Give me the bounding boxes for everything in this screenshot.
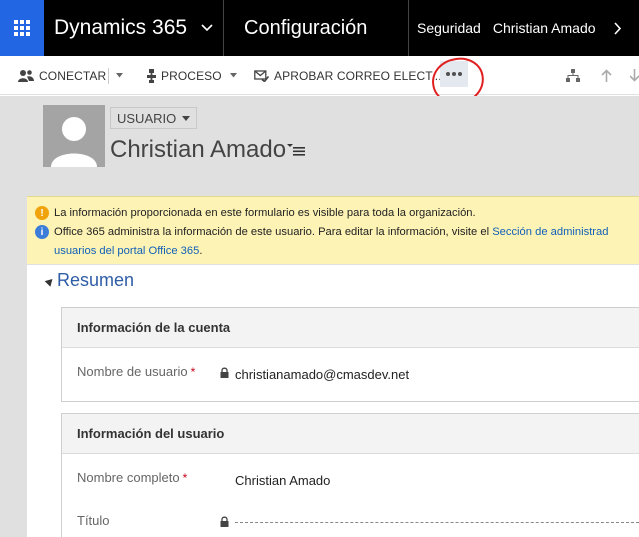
title-label: Título — [77, 513, 110, 528]
required-marker: * — [190, 365, 196, 379]
username-value: christianamado@cmasdev.net — [235, 367, 410, 382]
connect-button[interactable]: CONECTAR — [18, 56, 106, 95]
required-marker: * — [182, 471, 188, 485]
previous-record-button[interactable] — [601, 56, 612, 95]
chevron-down-icon — [201, 24, 213, 32]
top-navigation-bar: Dynamics 365 Configuración Seguridad Chr… — [0, 0, 639, 56]
approve-email-label: APROBAR CORREO ELECT... — [274, 68, 442, 83]
arrow-up-icon — [601, 69, 612, 82]
process-label: PROCESO — [161, 68, 222, 83]
area-title: Configuración — [244, 16, 368, 39]
notification-bar: ! La información proporcionada en este f… — [27, 196, 639, 264]
hierarchy-icon — [566, 69, 580, 82]
notification-warning: ! La información proporcionada en este f… — [35, 205, 476, 222]
chevron-down-icon — [229, 73, 237, 78]
chevron-down-icon — [182, 115, 191, 121]
notification-info: i Office 365 administra la información d… — [35, 224, 639, 241]
app-switcher[interactable]: Dynamics 365 — [44, 0, 224, 56]
approve-email-icon — [254, 70, 269, 82]
process-icon — [147, 68, 156, 83]
info-icon: i — [35, 225, 49, 239]
view-selector-icon[interactable] — [287, 144, 305, 156]
next-record-button[interactable] — [630, 56, 639, 95]
avatar-placeholder-icon — [51, 117, 97, 167]
fullname-value: Christian Amado — [235, 473, 331, 488]
lock-icon — [220, 367, 229, 378]
notification-info-continued: usuarios del portal Office 365. — [54, 243, 202, 260]
account-info-heading: Información de la cuenta — [62, 308, 639, 348]
form-selector[interactable]: USUARIO — [110, 107, 198, 129]
section-title[interactable]: Resumen — [57, 270, 134, 291]
chevron-down-icon — [116, 73, 123, 78]
command-bar: CONECTAR PROCESO APROBAR CORREO ELECT... — [0, 56, 639, 95]
breadcrumb-seguridad[interactable]: Seguridad — [417, 20, 481, 36]
account-info-card: Información de la cuenta — [61, 307, 639, 402]
fullname-label-wrap: Nombre completo * — [77, 470, 187, 485]
fullname-label: Nombre completo — [77, 470, 180, 485]
username-label-wrap: Nombre de usuario * — [77, 364, 195, 379]
info-text-body: Office 365 administra la información de … — [54, 226, 493, 238]
breadcrumb-record[interactable]: Christian Amado — [493, 20, 596, 36]
area-switcher[interactable]: Configuración — [224, 0, 409, 56]
record-title: Christian Amado — [110, 136, 287, 163]
app-launcher-button[interactable] — [0, 0, 44, 56]
username-label: Nombre de usuario — [77, 364, 188, 379]
divider — [108, 68, 109, 84]
admin-section-link[interactable]: Sección de administrad — [492, 226, 608, 238]
connect-dropdown-button[interactable] — [116, 56, 123, 95]
warning-icon: ! — [35, 206, 49, 220]
left-margin — [0, 296, 27, 537]
connect-icon — [18, 70, 34, 82]
chevron-right-icon[interactable] — [613, 21, 622, 35]
info-text: Office 365 administra la información de … — [54, 224, 608, 241]
office365-portal-link[interactable]: usuarios del portal Office 365 — [54, 243, 199, 260]
user-info-heading: Información del usuario — [62, 414, 639, 454]
form-selector-label: USUARIO — [117, 110, 177, 126]
app-title: Dynamics 365 — [54, 16, 188, 39]
org-chart-button[interactable] — [566, 56, 580, 95]
waffle-icon — [14, 20, 30, 36]
lock-icon — [220, 516, 229, 527]
title-input[interactable] — [235, 522, 639, 523]
info-end: . — [199, 245, 203, 257]
approve-email-button[interactable]: APROBAR CORREO ELECT... — [254, 56, 442, 95]
process-button[interactable]: PROCESO — [147, 56, 237, 95]
arrow-down-icon — [630, 69, 639, 82]
warning-text: La información proporcionada en este for… — [54, 207, 476, 219]
avatar[interactable] — [43, 105, 105, 167]
connect-label: CONECTAR — [39, 68, 107, 83]
